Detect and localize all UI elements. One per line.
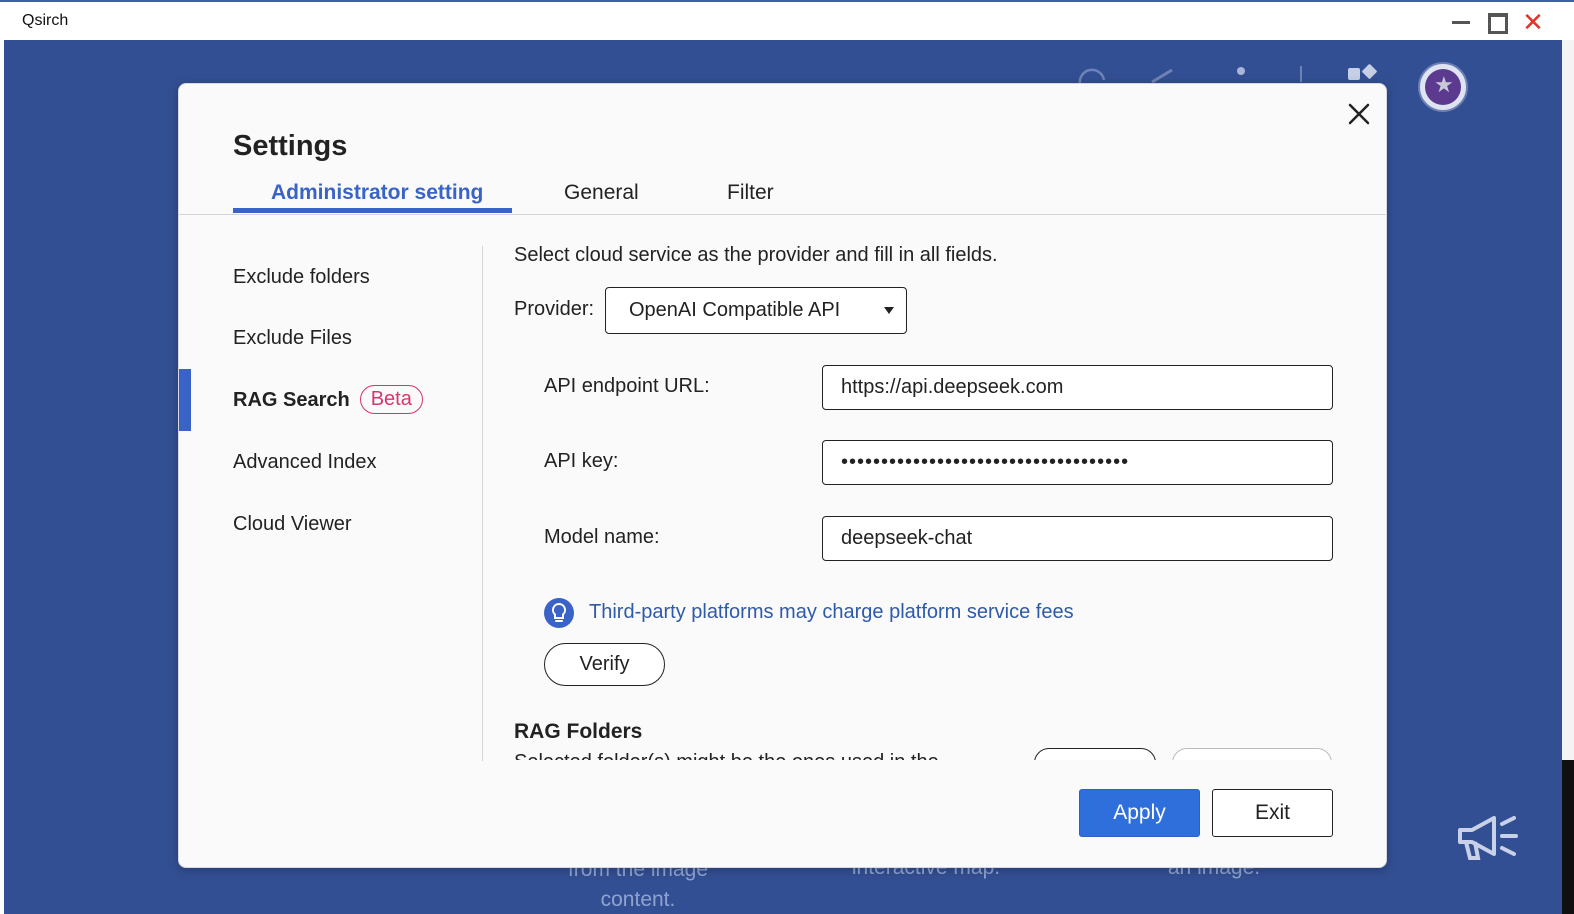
delete-folder-button[interactable] [1172,748,1332,760]
tab-general[interactable]: General [564,181,639,205]
sidebar-divider [482,246,483,761]
active-tab-indicator [233,208,512,213]
api-endpoint-label: API endpoint URL: [544,375,710,397]
sidebar-item-cloud-viewer[interactable]: Cloud Viewer [233,513,352,536]
fee-hint-text: Third-party platforms may charge platfor… [589,601,1074,623]
apps-icon[interactable] [1346,64,1380,84]
rag-folders-title: RAG Folders [514,720,643,743]
intro-text: Select cloud service as the provider and… [514,244,998,266]
add-folder-button[interactable] [1034,748,1156,760]
close-window-icon[interactable]: ✕ [1522,9,1544,35]
api-key-label: API key: [544,450,619,472]
model-name-label: Model name: [544,526,660,548]
tab-filter[interactable]: Filter [727,181,774,205]
star-icon: ★ [1434,72,1454,97]
app-title: Qsirch [22,12,69,29]
tab-administrator-setting[interactable]: Administrator setting [271,181,483,205]
exit-button[interactable]: Exit [1212,789,1333,837]
settings-dialog: Settings Administrator setting General F… [178,83,1387,868]
provider-select[interactable]: OpenAI Compatible API [605,287,907,334]
megaphone-icon[interactable] [1454,812,1520,862]
maximize-icon[interactable] [1486,11,1508,34]
edit-icon[interactable] [1150,66,1176,84]
verify-button[interactable]: Verify [544,643,665,686]
bg-snippet: content. [600,888,676,911]
rag-folders-description: Selected folder(s) might be the ones use… [514,751,939,760]
close-icon[interactable] [1345,100,1373,128]
sidebar-item-rag-search[interactable]: RAG Search Beta [233,385,423,415]
lightbulb-icon [544,598,574,628]
api-endpoint-input[interactable] [822,365,1333,410]
dialog-title: Settings [233,130,348,162]
tabs-divider [179,214,1386,215]
sidebar-item-exclude-files[interactable]: Exclude Files [233,327,352,350]
provider-value: OpenAI Compatible API [629,299,841,321]
divider-icon [1300,66,1302,82]
minimize-icon[interactable] [1450,11,1472,33]
apply-button[interactable]: Apply [1079,789,1200,837]
rag-search-panel[interactable]: Select cloud service as the provider and… [484,234,1364,760]
model-name-input[interactable] [822,516,1333,561]
user-avatar[interactable]: ★ [1418,62,1468,112]
more-icon[interactable] [1234,64,1248,78]
window-titlebar: Qsirch ✕ [0,0,1574,40]
sidebar-item-advanced-index[interactable]: Advanced Index [233,451,376,474]
sidebar-item-exclude-folders[interactable]: Exclude folders [233,266,370,289]
caret-down-icon [884,307,894,314]
right-edge-dark [1562,760,1574,914]
api-key-input[interactable] [822,440,1333,485]
active-sidebar-indicator [179,369,191,431]
beta-badge: Beta [359,385,423,414]
provider-label: Provider: [514,298,595,320]
sidebar-item-label: RAG Search [233,388,350,411]
